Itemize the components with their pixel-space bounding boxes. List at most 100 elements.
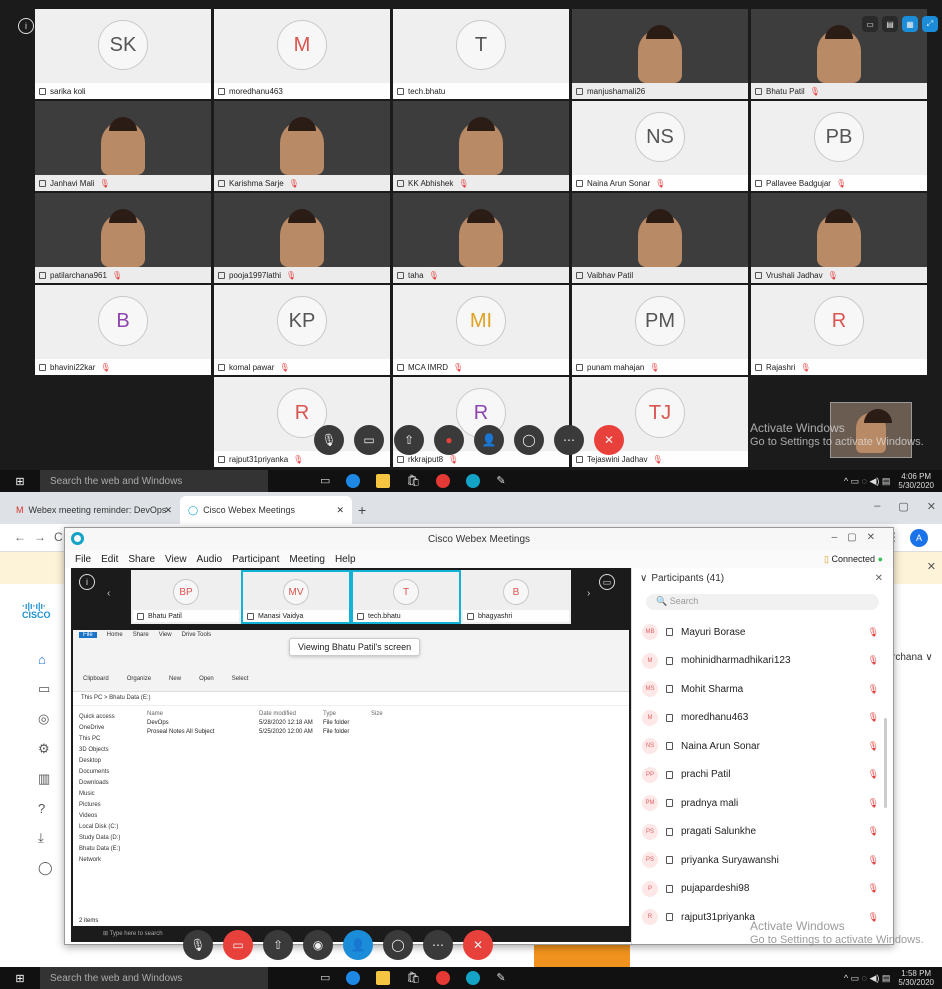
tree-item[interactable]: Bhatu Data (E:) [79,844,137,855]
insights-icon[interactable]: ▥ [38,771,53,787]
menu-item-audio[interactable]: Audio [197,554,223,565]
ribbon-tab[interactable]: Drive Tools [182,632,212,638]
more-icon[interactable]: ⋯ [554,425,584,455]
more-icon-2[interactable]: ⋯ [423,930,453,960]
ribbon-tab[interactable]: File [79,632,97,638]
minimize-icon[interactable]: – [874,500,880,513]
explorer-icon-2[interactable] [376,971,391,985]
participant-tile[interactable]: KK Abhishek 🎙 [392,100,570,192]
participant-tile[interactable]: Janhavi Mali 🎙 [34,100,212,192]
task-view-icon[interactable]: ▭ [320,474,330,488]
participant-tile[interactable]: pooja1997lathi 🎙 [213,192,391,284]
column-header[interactable]: Size [371,710,383,719]
participant-tile[interactable]: Vaibhav Patil [571,192,749,284]
participants-icon[interactable]: 👤 [474,425,504,455]
info-icon-small[interactable]: i [79,574,95,590]
participant-scrollbar[interactable] [884,718,887,808]
participant-row[interactable]: PP prachi Patil 🎙 [642,761,893,790]
tree-item[interactable]: Study Data (D:) [79,833,137,844]
user-menu[interactable]: rchana ∨ [892,652,933,663]
participant-tile[interactable]: Bbhavini22kar 🎙 [34,284,212,376]
participant-row[interactable]: NS Naina Arun Sonar 🎙 [642,732,893,761]
explorer-icon[interactable] [376,474,391,488]
participant-tile[interactable]: SK sarika koli [34,8,212,100]
leave-icon-2[interactable]: ✕ [463,930,493,960]
maximize-icon[interactable]: ▢ [898,500,908,513]
participant-row[interactable]: Ppujapardeshi98 🎙 [642,875,893,904]
participant-row[interactable]: PS priyanka Suryawanshi 🎙 [642,846,893,875]
menu-item-help[interactable]: Help [335,554,356,565]
webex-icon[interactable] [466,474,481,488]
strip-thumbnail[interactable]: Bbhagyashri [461,570,571,624]
participant-tile[interactable] [34,376,212,468]
column-header[interactable]: Date modified [259,710,323,719]
tree-item[interactable]: Desktop [79,756,137,767]
settings-icon[interactable]: ⚙ [38,741,53,757]
strip-thumbnail[interactable]: Ttech.bhatu [351,570,461,624]
nav-arrows[interactable]: ←→C [14,530,71,544]
participant-row[interactable]: PS pragati Salunkhe 🎙 [642,818,893,847]
participant-tile[interactable]: Mmoredhanu463 [213,8,391,100]
tray-icons[interactable]: ^ ▭ ◌ ◀) ▤ [844,476,891,487]
calendar-icon[interactable]: ▭ [38,681,53,697]
tree-item[interactable]: 3D Objects [79,745,137,756]
edge-icon-2[interactable] [346,971,361,985]
strip-thumbnail[interactable]: MV Manasi Vaidya [241,570,351,624]
strip-thumbnail[interactable]: BP Bhatu Patil [131,570,241,624]
meetings-icon[interactable]: ◎ [38,711,53,727]
participant-row[interactable]: Mmoredhanu463 🎙 [642,704,893,733]
webex-icon-2[interactable] [466,971,481,985]
taskbar-search[interactable]: Search the web and Windows [40,470,268,492]
participant-row[interactable]: Mmohinidharmadhikari123 🎙 [642,647,893,676]
video-icon[interactable]: ▭ [354,425,384,455]
participant-tile[interactable]: Ttech.bhatu [392,8,570,100]
column-header[interactable]: Type [323,710,371,719]
participant-tile[interactable]: KP komal pawar 🎙 [213,284,391,376]
tree-item[interactable]: Downloads [79,778,137,789]
edge-icon[interactable] [346,474,361,488]
participant-tile[interactable]: NS Naina Arun Sonar 🎙 [571,100,749,192]
tree-item[interactable]: Local Disk (C:) [79,822,137,833]
layout-list-icon[interactable]: ▤ [882,16,898,32]
tree-item[interactable]: This PC [79,734,137,745]
record-icon[interactable]: ● [434,425,464,455]
file-row[interactable]: DevOps 5/28/2020 12:18 AM File folder [147,719,625,728]
panel-close-icon[interactable]: ✕ [875,573,883,584]
taskbar-search-2[interactable]: Search the web and Windows [40,967,268,989]
close-icon[interactable]: ✕ [927,500,936,513]
leave-icon[interactable]: ✕ [594,425,624,455]
tree-item[interactable]: Music [79,789,137,800]
file-row[interactable]: Proseal Notes All Subject 5/25/2020 12:00… [147,728,625,737]
download-icon[interactable]: ⤓ [38,830,53,846]
home-icon[interactable]: ⌂ [38,652,53,667]
task-view-icon-2[interactable]: ▭ [320,971,330,985]
banner-close-icon[interactable]: ✕ [927,560,936,573]
tray-icons-2[interactable]: ^ ▭ ◌ ◀) ▤ [844,973,891,984]
tree-item[interactable]: Network [79,855,137,866]
menu-item-view[interactable]: View [165,554,187,565]
tab-gmail[interactable]: M Webex meeting reminder: DevOps ✕ [8,496,180,524]
participant-search-input[interactable]: 🔍 Search [646,594,879,610]
layout-grid-icon[interactable]: ▦ [902,16,918,32]
share-icon-2[interactable]: ⇧ [263,930,293,960]
mute-icon-2[interactable]: 🎙 [183,930,213,960]
participant-tile[interactable]: R Rajashri 🎙 [750,284,928,376]
layout-icon-small[interactable]: ▭ [599,574,615,590]
menu-item-participant[interactable]: Participant [232,554,279,565]
share-icon[interactable]: ⇧ [394,425,424,455]
chrome-icon-2[interactable] [436,971,451,985]
tree-item[interactable]: Documents [79,767,137,778]
ribbon-tab[interactable]: Home [107,632,123,638]
tree-item[interactable]: Quick access [79,712,137,723]
participant-tile[interactable]: patilarchana961 🎙 [34,192,212,284]
tree-item[interactable]: OneDrive [79,723,137,734]
windows-icon[interactable]: ⊞ [0,475,40,488]
participant-tile[interactable]: manjushamali26 [571,8,749,100]
chat-icon-2[interactable]: ◯ [383,930,413,960]
participant-tile[interactable]: MI MCA IMRD 🎙 [392,284,570,376]
store-icon-2[interactable]: 🛍 [406,971,420,985]
video-off-icon[interactable]: ▭ [223,930,253,960]
windows-icon-2[interactable]: ⊞ [0,972,40,985]
app-icon[interactable]: ✎ [496,474,505,488]
strip-prev-icon[interactable]: ‹ [107,588,110,599]
